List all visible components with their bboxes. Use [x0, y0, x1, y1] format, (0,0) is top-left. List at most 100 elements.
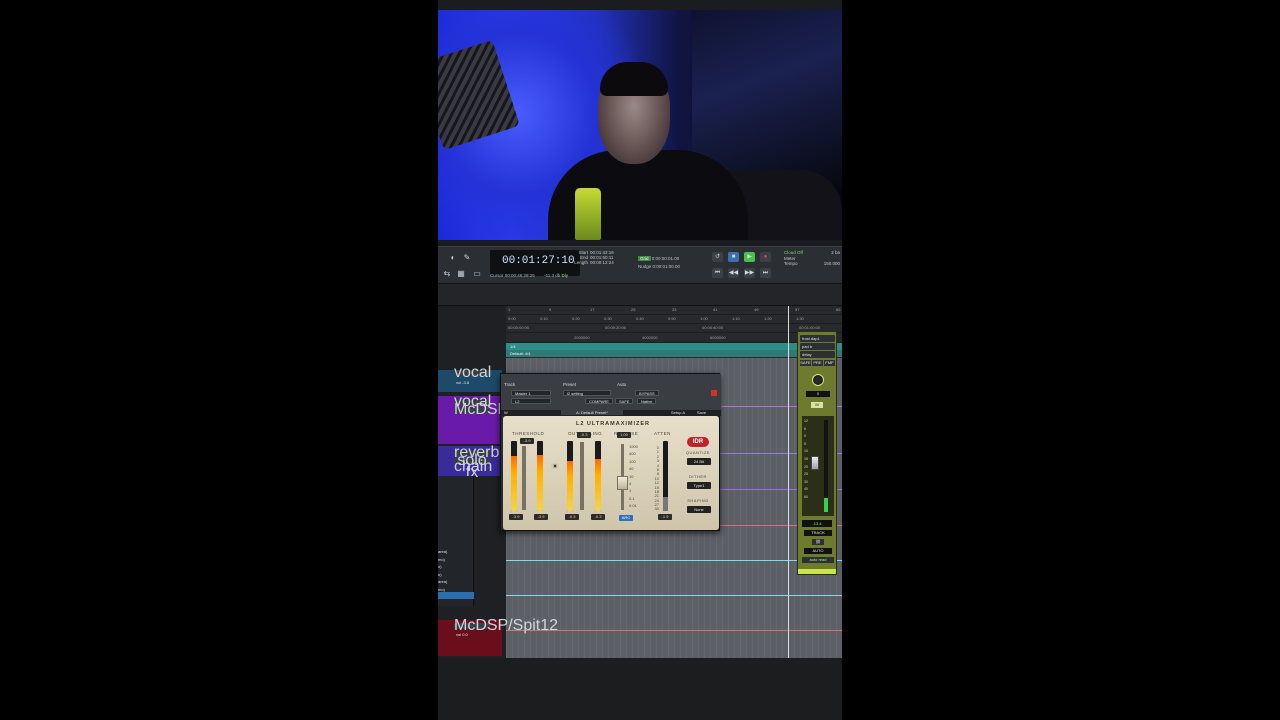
rulers: 1 9 17 25 33 41 49 57 65 0:00 0:10 0:20 0:30 0:40 0:5… [506, 306, 842, 358]
nudge-value[interactable]: 0:00:01:00.00 [653, 264, 681, 269]
track-insert[interactable]: solo chain fx [454, 453, 492, 481]
tool-nudge-icon[interactable]: ▭ [472, 269, 482, 279]
shaping-select[interactable]: None [687, 506, 711, 513]
track-color-bar [798, 569, 836, 574]
preset-header-label: Preset [563, 382, 577, 387]
ceiling-meter-right [595, 441, 601, 511]
quantize-select[interactable]: 24 Bit [687, 458, 711, 465]
end-button[interactable]: ⏭ [760, 268, 771, 278]
fmp-button[interactable]: FMP [824, 360, 835, 366]
bar-tick-label: 33 [672, 307, 677, 312]
release-scale-label: 1 [629, 488, 632, 494]
volume-fader[interactable] [811, 456, 819, 470]
forward-button[interactable]: ▶▶ [744, 268, 755, 278]
meter-ruler[interactable]: Default: 4/4 [506, 350, 842, 357]
bypass-button[interactable]: BYPASS [635, 390, 659, 396]
marker-ruler[interactable]: 1/4 [506, 343, 842, 350]
track-list-item[interactable]: area) [438, 578, 447, 586]
link-button[interactable]: ▣ [551, 463, 559, 469]
mute-button[interactable]: M [811, 402, 823, 408]
safe-button[interactable]: SAFE [615, 398, 634, 404]
threshold-value[interactable]: -3.9 [520, 438, 534, 444]
safe-button[interactable]: SAFE [800, 360, 811, 366]
play-button[interactable]: ▶ [744, 252, 755, 262]
track-list-item[interactable]: area) [438, 548, 447, 556]
preset-select[interactable]: l2 setting [563, 390, 611, 396]
timecode-ruler[interactable]: 00:00:00:00 00:00:20:00 00:00:40:00 00:01:0… [506, 324, 842, 333]
bars-value: 2 ba [831, 250, 840, 255]
insert-slot-2[interactable]: pad.b [800, 343, 835, 350]
close-icon[interactable] [711, 390, 717, 396]
dither-select[interactable]: Type1 [687, 482, 711, 489]
tool-grid-icon[interactable]: ▦ [456, 269, 466, 279]
fader-scale-label: 20 [804, 464, 808, 469]
atten-label: ATTEN [654, 431, 671, 436]
atten-bottom: -1.9 [658, 514, 672, 520]
samples-ruler[interactable]: 2000000 4000000 6000000 [506, 334, 842, 343]
stop-button[interactable]: ■ [728, 252, 739, 262]
save-button[interactable]: Save [697, 410, 706, 415]
release-value[interactable]: 1.00 [617, 432, 631, 438]
loop-icon[interactable]: ↺ [712, 252, 723, 262]
tempo-label: Tempo [784, 261, 798, 266]
nudge-label[interactable]: Nudge [638, 264, 651, 269]
cursor-label: Cursor [490, 273, 504, 278]
atten-scale: 0 1 2 3 4 6 8 10 12 15 18 21 24 27 30 [651, 445, 659, 512]
release-scale-label: 100 [629, 458, 636, 464]
insert-slot-1[interactable]: frost.dap1 [800, 335, 835, 342]
auto-mode-select[interactable]: auto read [802, 557, 834, 563]
pan-knob[interactable] [812, 374, 824, 386]
bar-tick-label: 1 [508, 307, 511, 312]
tool-zoom-icon[interactable]: ◐ [448, 253, 458, 263]
threshold-meter-left [511, 441, 517, 511]
arc-button[interactable]: ARC [619, 515, 633, 521]
release-scale-label: 1000 [629, 444, 638, 449]
preset-bar[interactable]: A: Default Preset* [561, 410, 623, 415]
pre-button[interactable]: PRE [812, 360, 823, 366]
auto-button[interactable]: AUTO [804, 548, 832, 554]
release-slider[interactable] [617, 444, 628, 510]
release-scale-label: 0.1 [629, 495, 635, 501]
tempo-value[interactable]: 150.000 [824, 261, 840, 267]
grid-label[interactable]: Grid [638, 256, 651, 261]
bars-ruler[interactable]: 1 9 17 25 33 41 49 57 65 [506, 306, 842, 315]
fader-scale: 12 6 0 5 10 15 20 25 30 40 60 [804, 418, 808, 502]
track-button[interactable]: TRACK [804, 530, 832, 536]
fader-value[interactable]: -13.4 [802, 520, 832, 527]
minsec-ruler[interactable]: 0:00 0:10 0:20 0:30 0:40 0:50 1:00 1:10 1:20 1:30 [506, 315, 842, 324]
track-vol[interactable]: vol 0.0 [456, 632, 520, 637]
sel-length-label: Length [574, 260, 588, 265]
back-button[interactable]: ◀◀ [728, 268, 739, 278]
native-button[interactable]: Native [637, 398, 657, 404]
tempo-panel: Cloud Off 2 ba Meter Tempo 150.000 [784, 250, 842, 276]
track-name[interactable]: vocal [454, 365, 491, 381]
threshold-slider[interactable] [522, 446, 526, 510]
setup-button[interactable]: Setup A [671, 410, 685, 415]
pan-value[interactable]: 0 [806, 391, 830, 397]
record-button[interactable]: ● [760, 252, 771, 262]
tool-pencil-icon[interactable]: ✎ [462, 253, 472, 263]
tool-mode-icon[interactable]: ⇆ [442, 269, 452, 279]
plugin-header: Track Preset Auto Master 1 L2 l2 setting… [501, 374, 721, 410]
track-name[interactable]: McDSP/Spit12 [454, 618, 558, 634]
track-list-item[interactable]: o) [438, 571, 447, 579]
fader-scale-label: 6 [804, 426, 806, 431]
track-select[interactable]: Master 1 [511, 390, 551, 396]
link-icon[interactable]: ⛓ [812, 539, 824, 545]
ceiling-value[interactable]: -0.3 [577, 432, 591, 438]
sel-length-value[interactable]: 00:00:12:24 [590, 260, 614, 265]
insert-select[interactable]: L2 [511, 398, 551, 404]
grid-value[interactable]: 0:00:00:01.00 [652, 256, 680, 261]
track-list-item[interactable]: mo) [438, 556, 447, 564]
ceiling-slider[interactable] [580, 442, 584, 510]
rewind-button[interactable]: ⏮ [712, 268, 723, 278]
fader-scale-label: 12 [804, 419, 808, 423]
ceiling-bottom-right: -0.3 [591, 514, 605, 520]
playhead[interactable] [788, 306, 789, 658]
track-insert[interactable]: McDSP/Spit12 [454, 402, 558, 418]
insert-slot-3[interactable]: delay [800, 351, 835, 358]
compare-button[interactable]: COMPARE [585, 398, 613, 404]
bar-tick-label: 25 [631, 307, 636, 312]
video-frame: ◐ ✎ ⇆ ▦ ▭ 00:01:27:10 Start 00:01:42:16 E… [438, 0, 842, 720]
track-list-item[interactable]: o) [438, 563, 447, 571]
